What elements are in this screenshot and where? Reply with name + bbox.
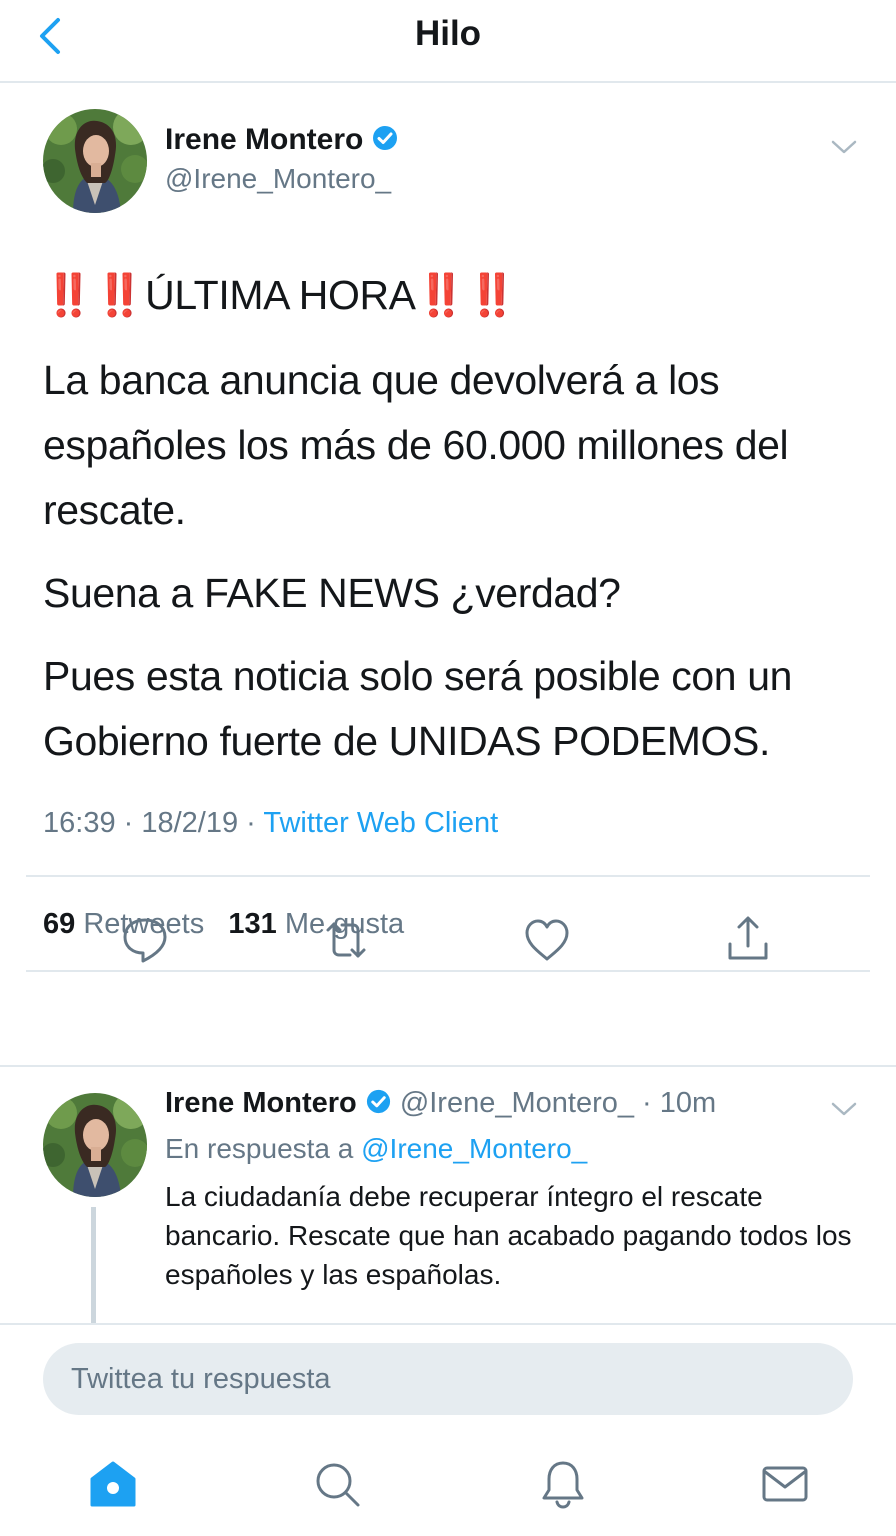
author-name[interactable]: Irene Montero xyxy=(165,123,399,160)
tweet-paragraph: Pues esta noticia solo será posible con … xyxy=(43,653,793,764)
reply-header: Irene Montero @Irene_Montero_ · 10m xyxy=(165,1087,716,1123)
share-icon xyxy=(728,916,768,960)
reply-composer-bar xyxy=(0,1323,896,1431)
heart-icon xyxy=(525,919,569,961)
tab-messages[interactable] xyxy=(758,1457,812,1511)
tweet-body: ‼️‼️ÚLTIMA HORA‼️‼️ La banca anuncia que… xyxy=(43,263,863,792)
avatar[interactable] xyxy=(43,1093,147,1197)
tweet-options-button[interactable] xyxy=(829,1099,859,1119)
like-button[interactable] xyxy=(517,910,577,970)
reply-tweet[interactable]: Irene Montero @Irene_Montero_ · 10m En r… xyxy=(0,1067,896,1323)
verified-badge-icon xyxy=(371,124,399,160)
avatar[interactable] xyxy=(43,109,147,213)
tweet-options-button[interactable] xyxy=(829,137,859,157)
retweet-button[interactable] xyxy=(316,910,376,970)
navigation-header: Hilo xyxy=(0,0,896,83)
home-icon xyxy=(90,1461,136,1507)
reply-input[interactable] xyxy=(43,1343,853,1415)
reply-body: La ciudadanía debe recuperar íntegro el … xyxy=(165,1181,852,1290)
tweet-headline: ‼️‼️ÚLTIMA HORA‼️‼️ xyxy=(43,272,518,318)
reply-to-handle-link[interactable]: @Irene_Montero_ xyxy=(361,1133,587,1164)
bottom-tab-bar xyxy=(0,1431,896,1536)
reply-button[interactable] xyxy=(115,910,175,970)
bell-icon xyxy=(542,1461,584,1509)
verified-badge-icon xyxy=(365,1088,392,1123)
tab-notifications[interactable] xyxy=(536,1457,590,1511)
reply-handle[interactable]: @Irene_Montero_ xyxy=(400,1087,634,1119)
divider xyxy=(26,875,870,877)
chevron-down-icon xyxy=(831,140,857,154)
reply-author-name[interactable]: Irene Montero xyxy=(165,1087,357,1119)
thread-line xyxy=(91,1207,96,1323)
tweet-timestamp: 16:39 · 18/2/19 · Twitter Web Client xyxy=(43,807,499,839)
author-handle[interactable]: @Irene_Montero_ xyxy=(165,163,391,195)
reply-icon xyxy=(123,918,167,963)
tab-home[interactable] xyxy=(86,1457,140,1511)
share-button[interactable] xyxy=(718,910,778,970)
double-exclamation-emoji: ‼️‼️ xyxy=(43,272,146,318)
double-exclamation-emoji: ‼️‼️ xyxy=(415,272,518,318)
tab-search[interactable] xyxy=(310,1457,364,1511)
avatar-photo xyxy=(43,109,147,213)
envelope-icon xyxy=(762,1466,808,1502)
tweet-actions xyxy=(0,910,896,980)
reply-context: En respuesta a @Irene_Montero_ xyxy=(165,1133,588,1164)
reply-time: 10m xyxy=(659,1087,717,1119)
source-link[interactable]: Twitter Web Client xyxy=(263,807,498,839)
retweet-icon xyxy=(326,922,366,958)
avatar-photo xyxy=(43,1093,147,1197)
search-icon xyxy=(316,1463,360,1507)
tweet-paragraph: Suena a FAKE NEWS ¿verdad? xyxy=(43,570,621,616)
tweet-paragraph: La banca anuncia que devolverá a los esp… xyxy=(43,357,789,533)
chevron-down-icon xyxy=(831,1102,857,1116)
page-title: Hilo xyxy=(414,14,482,53)
